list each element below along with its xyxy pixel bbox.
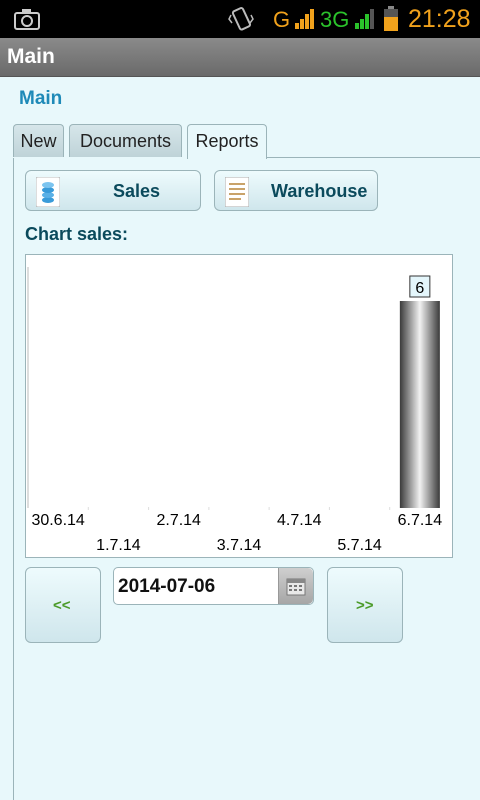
x-tick-label: 5.7.14 [337,537,382,554]
sales-button[interactable]: Sales [25,170,201,211]
vibrate-icon [228,7,254,31]
x-tick-label: 3.7.14 [217,537,262,554]
tab-label: Reports [195,131,259,151]
status-bar: G 3G 21:28 [0,0,480,38]
content-border [13,158,14,800]
x-tick-label: 1.7.14 [96,537,141,554]
sales-chart: 30.6.14 1.7.14 2.7.14 3.7.14 4.7.14 5.7.14 6 6.… [25,254,453,558]
signal-icon [295,9,314,29]
title-bar: Main [0,38,480,77]
clock: 21:28 [408,5,471,33]
tab-label: Documents [79,131,172,151]
x-tick-label: 30.6.14 [31,512,84,529]
tab-divider [266,157,480,158]
battery-icon [384,6,398,31]
x-tick-label: 4.7.14 [277,512,322,529]
sales-button-label: Sales [113,181,161,201]
app-title: Main [7,45,55,68]
document-icon [225,177,249,207]
next-date-label: >> [356,597,374,614]
tab-documents[interactable]: Documents [69,124,182,157]
tab-new[interactable]: New [13,124,64,157]
next-date-button[interactable]: >> [327,567,403,643]
previous-date-button[interactable]: << [25,567,101,643]
chart-bar [399,301,440,508]
camera-icon [14,9,40,30]
x-tick-label: 6.7.14 [398,512,443,529]
tab-reports[interactable]: Reports [187,124,267,159]
calendar-icon [286,578,306,596]
x-tick-label: 2.7.14 [156,512,201,529]
network-type-1: G [273,7,291,32]
network-type-2: 3G [320,7,350,32]
signal-icon [355,9,374,29]
calendar-button[interactable] [278,568,313,604]
chart-label: Chart sales: [25,224,129,244]
data-label: 6 [415,280,424,297]
coins-icon [36,177,60,207]
warehouse-button-label: Warehouse [271,181,368,201]
sales-chart-svg: 30.6.14 1.7.14 2.7.14 3.7.14 4.7.14 5.7.14 6 6.… [27,267,443,554]
previous-date-label: << [53,597,71,614]
tab-label: New [20,131,57,151]
date-field[interactable]: 2014-07-06 [113,567,314,605]
page-heading: Main [19,88,63,109]
date-value: 2014-07-06 [118,576,216,597]
warehouse-button[interactable]: Warehouse [214,170,378,211]
